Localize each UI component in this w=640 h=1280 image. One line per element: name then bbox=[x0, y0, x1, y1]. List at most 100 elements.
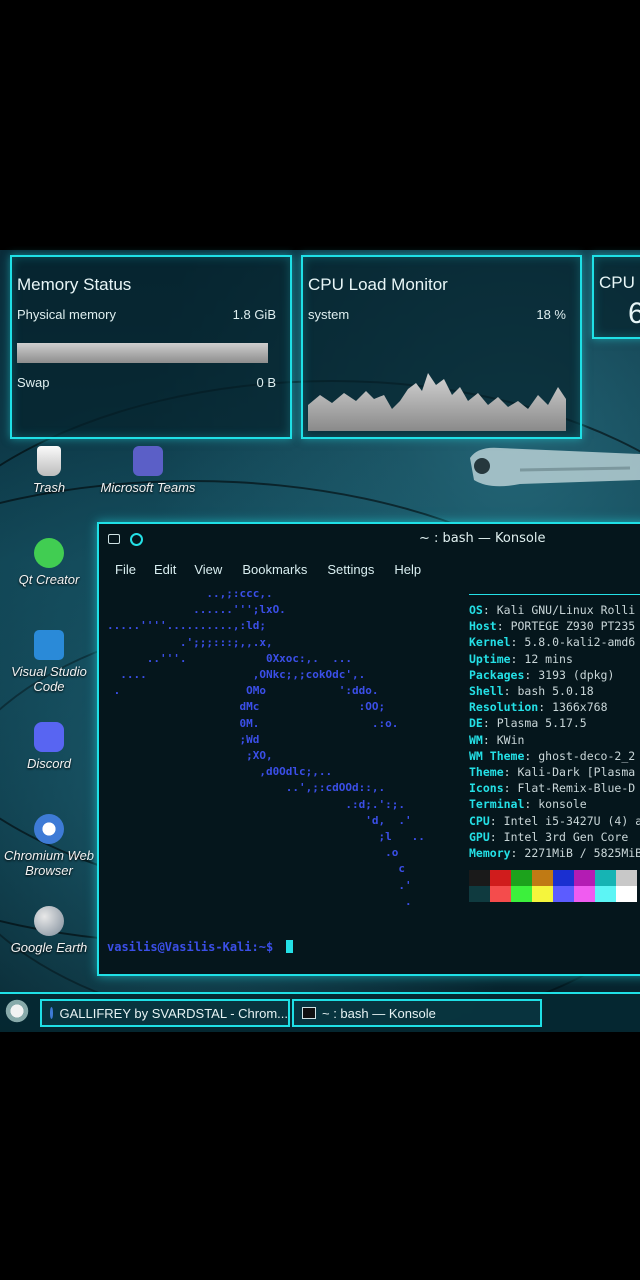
cpu-widget-partial[interactable]: CPU 6 bbox=[592, 255, 640, 339]
desktop-icon-qt-creator[interactable]: Qt Creator bbox=[1, 538, 97, 587]
desktop-icon-trash[interactable]: Trash bbox=[1, 446, 97, 495]
color-swatch bbox=[490, 870, 511, 886]
color-palette-bottom bbox=[469, 886, 637, 902]
info-line: OS: Kali GNU/Linux Rolli bbox=[469, 603, 636, 617]
physical-memory-row: Physical memory 1.8 GiB bbox=[17, 307, 276, 322]
color-swatch bbox=[553, 886, 574, 902]
google-earth-icon bbox=[34, 906, 64, 936]
desktop-icon-label: Discord bbox=[26, 756, 72, 771]
color-swatch bbox=[616, 886, 637, 902]
window-titlebar[interactable]: ~ : bash — Konsole bbox=[99, 524, 640, 554]
info-line: Terminal: konsole bbox=[469, 797, 587, 812]
menu-view[interactable]: View bbox=[192, 556, 238, 586]
info-value: ghost-deco-2_2 bbox=[538, 748, 636, 763]
color-swatch bbox=[553, 870, 574, 886]
widget-title: CPU Load Monitor bbox=[308, 275, 448, 294]
color-palette-top bbox=[469, 870, 637, 886]
cpu-system-row: system 18 % bbox=[308, 307, 566, 322]
info-key: Memory bbox=[469, 846, 511, 861]
info-line: Host: PORTEGE Z930 PT235 bbox=[469, 619, 636, 634]
info-line: Packages: 3193 (dpkg) bbox=[469, 667, 615, 682]
desktop-icon-label: Visual Studio Code bbox=[11, 664, 87, 694]
cursor bbox=[286, 940, 294, 953]
info-key: Kernel bbox=[469, 635, 511, 650]
info-value: Intel i5-3427U (4) a bbox=[503, 813, 640, 828]
info-key: Icons bbox=[469, 781, 504, 796]
teams-icon bbox=[133, 446, 163, 476]
info-value: 1366x768 bbox=[552, 700, 608, 715]
desktop-icon-chromium[interactable]: Chromium Web Browser bbox=[1, 814, 97, 878]
info-line: Kernel: 5.8.0-kali2-amd6 bbox=[469, 635, 636, 650]
info-value: bash 5.0.18 bbox=[517, 684, 594, 699]
info-value: Kali-Dark [Plasma bbox=[517, 765, 636, 780]
info-line: Shell: bash 5.0.18 bbox=[469, 684, 594, 699]
memory-status-widget[interactable]: Memory Status Physical memory 1.8 GiB Sw… bbox=[10, 255, 292, 439]
physical-memory-bar bbox=[17, 343, 269, 363]
desktop-icon-label: Microsoft Teams bbox=[100, 480, 196, 495]
terminal-icon bbox=[302, 1007, 316, 1019]
desktop-icon-label: Trash bbox=[32, 480, 66, 495]
desktop-icon-discord[interactable]: Discord bbox=[1, 722, 97, 771]
color-swatch bbox=[574, 870, 595, 886]
desktop-icon-google-earth[interactable]: Google Earth bbox=[1, 906, 97, 955]
info-value: Intel 3rd Gen Core bbox=[503, 829, 629, 844]
desktop-icon-microsoft-teams[interactable]: Microsoft Teams bbox=[100, 446, 196, 495]
color-swatch bbox=[574, 886, 595, 902]
info-line: GPU: Intel 3rd Gen Core bbox=[469, 829, 629, 844]
info-value: PORTEGE Z930 PT235 bbox=[510, 619, 636, 634]
application-launcher-icon[interactable] bbox=[4, 998, 30, 1024]
color-swatch bbox=[511, 886, 532, 902]
cpu-system-label: system bbox=[308, 307, 350, 322]
physical-memory-label: Physical memory bbox=[17, 307, 116, 322]
swap-value: 0 B bbox=[256, 375, 276, 390]
desktop-icon-label: Google Earth bbox=[10, 940, 88, 955]
color-swatch bbox=[511, 870, 532, 886]
info-key: Packages bbox=[469, 667, 525, 682]
konsole-window[interactable]: ~ : bash — Konsole File Edit View Bookma… bbox=[97, 522, 640, 976]
info-line: WM Theme: ghost-deco-2_2 bbox=[469, 748, 636, 763]
color-swatch bbox=[532, 886, 553, 902]
info-value: Flat-Remix-Blue-D bbox=[517, 781, 636, 796]
info-value: KWin bbox=[496, 732, 525, 747]
prompt-user: vasilis@Vasilis-Kali bbox=[107, 940, 252, 954]
window-title: ~ : bash — Konsole bbox=[419, 531, 546, 546]
info-key: Terminal bbox=[469, 797, 525, 812]
chromium-icon bbox=[34, 814, 64, 844]
chromium-icon bbox=[50, 1007, 54, 1019]
task-chromium[interactable]: GALLIFREY by SVARDSTAL - Chrom... bbox=[40, 999, 290, 1027]
info-line: Memory: 2271MiB / 5825MiB bbox=[469, 845, 640, 861]
info-value: Plasma 5.17.5 bbox=[496, 716, 587, 731]
info-value: 2271MiB / 5825MiB bbox=[524, 846, 640, 861]
color-swatch bbox=[490, 886, 511, 902]
window-menu-icon[interactable] bbox=[108, 534, 120, 544]
color-swatch bbox=[532, 870, 553, 886]
info-value: konsole bbox=[538, 797, 587, 812]
info-key: WM Theme bbox=[469, 748, 525, 763]
menu-help[interactable]: Help bbox=[390, 556, 437, 586]
color-swatch bbox=[469, 870, 490, 886]
info-key: DE bbox=[469, 716, 483, 731]
cpu-value: 6 bbox=[628, 297, 640, 330]
task-konsole[interactable]: ~ : bash — Konsole bbox=[292, 999, 542, 1027]
menu-bookmarks[interactable]: Bookmarks bbox=[238, 556, 323, 586]
menu-edit[interactable]: Edit bbox=[152, 556, 192, 586]
menu-file[interactable]: File bbox=[99, 556, 152, 586]
prompt-path: :~$ bbox=[251, 940, 274, 954]
info-line: Uptime: 12 mins bbox=[469, 651, 573, 666]
widget-title: Memory Status bbox=[17, 275, 132, 294]
vscode-icon bbox=[34, 630, 64, 660]
menu-settings[interactable]: Settings bbox=[323, 556, 390, 586]
widget-title: CPU bbox=[599, 273, 635, 292]
info-key: CPU bbox=[469, 813, 490, 828]
desktop-icon-visual-studio-code[interactable]: Visual Studio Code bbox=[1, 630, 97, 694]
wallpaper-pistol bbox=[470, 447, 640, 487]
info-value: 3193 (dpkg) bbox=[538, 667, 615, 682]
info-value: Kali GNU/Linux Rolli bbox=[496, 603, 636, 617]
color-swatch bbox=[616, 870, 637, 886]
cpu-load-monitor-widget[interactable]: CPU Load Monitor system 18 % bbox=[301, 255, 582, 439]
swap-label: Swap bbox=[17, 375, 50, 390]
info-key: Host bbox=[469, 619, 497, 634]
shell-prompt[interactable]: vasilis@Vasilis-Kali:~$ bbox=[107, 940, 294, 954]
task-label: ~ : bash — Konsole bbox=[322, 1005, 436, 1021]
pin-icon[interactable] bbox=[130, 533, 143, 546]
